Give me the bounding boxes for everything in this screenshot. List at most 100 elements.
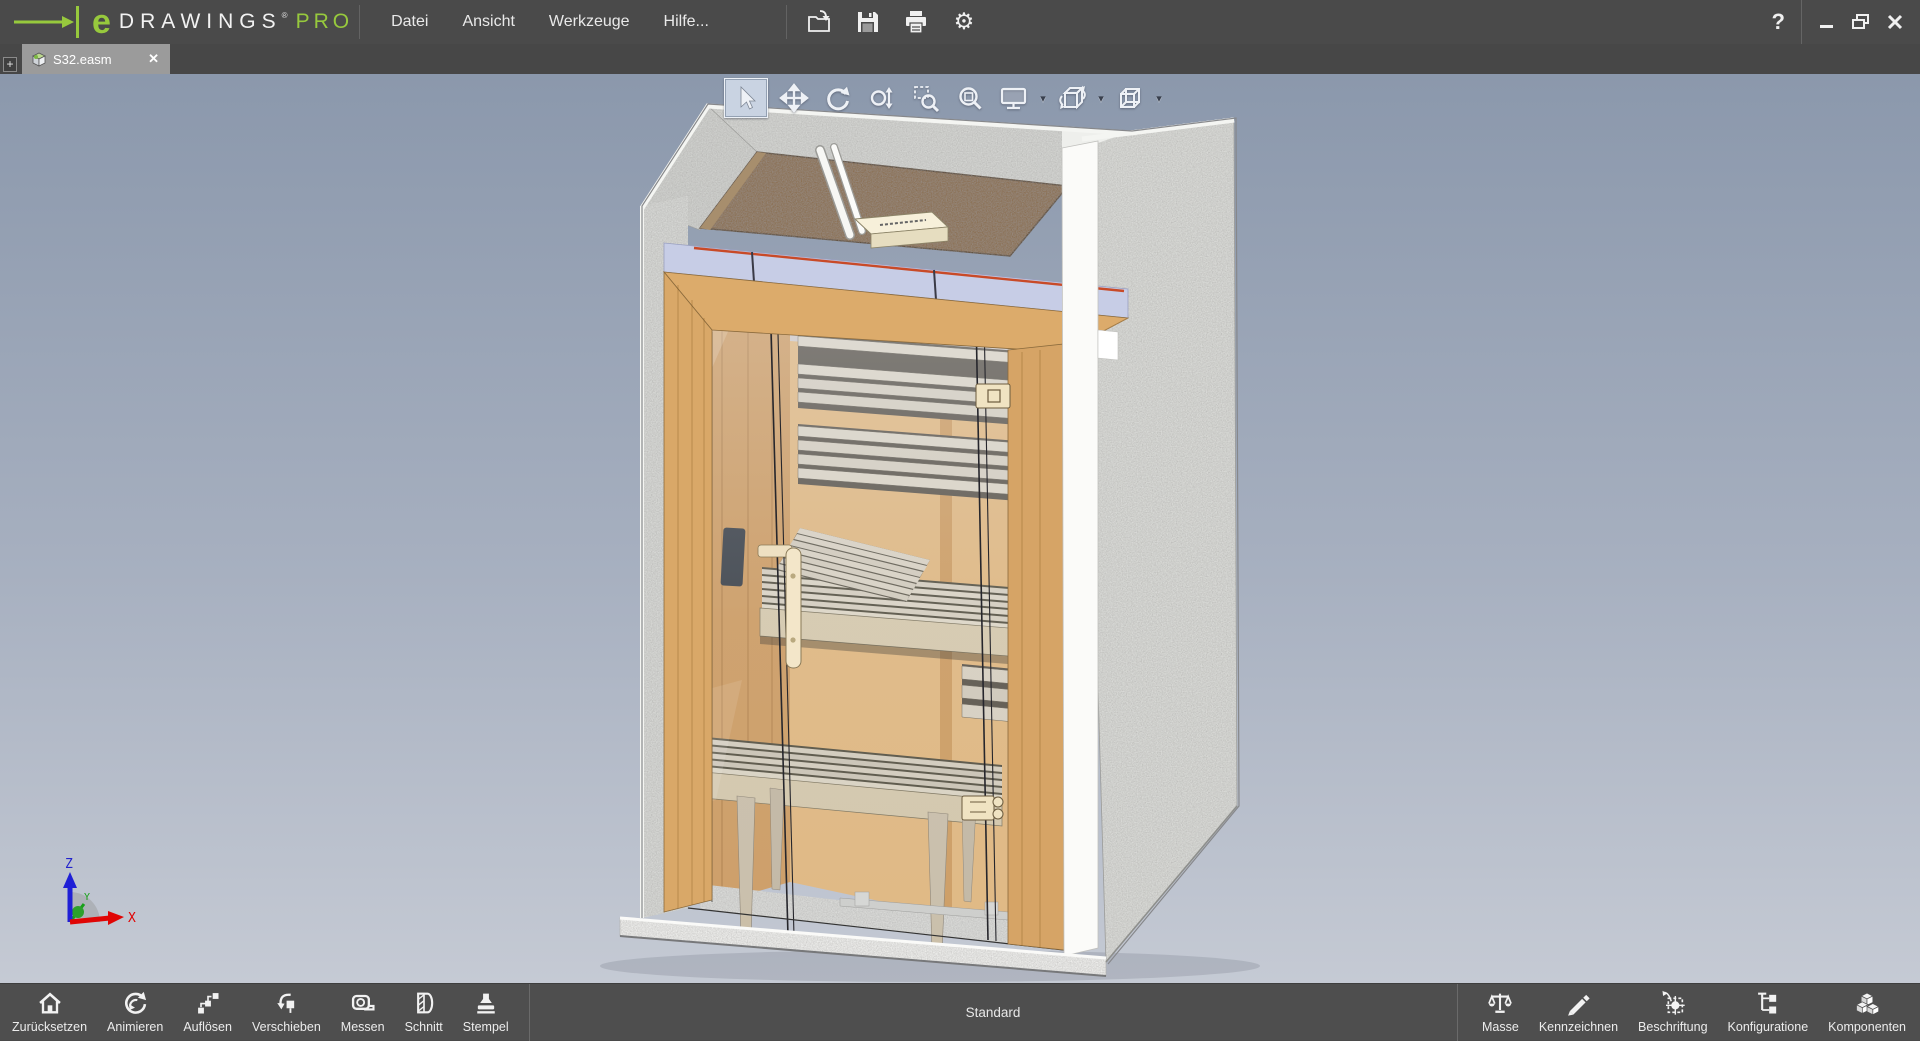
print-button[interactable] — [903, 9, 929, 35]
app-logo: e DRAWINGS® PRO — [0, 0, 353, 44]
move-component-icon — [272, 989, 300, 1017]
model-viewport: ▾ ▾ ▾ — [0, 74, 1920, 983]
animate-loop-icon — [121, 989, 149, 1017]
annotation-label: Beschriftung — [1638, 1020, 1707, 1034]
floppy-disk-icon — [855, 9, 881, 35]
measure-label: Messen — [341, 1020, 385, 1034]
restore-button[interactable] — [1846, 7, 1876, 37]
explode-button[interactable]: Auflösen — [173, 984, 242, 1041]
logo-registered-mark: ® — [282, 11, 288, 20]
stamp-icon — [472, 989, 500, 1017]
reset-button[interactable]: Zurücksetzen — [2, 984, 97, 1041]
stamp-label: Stempel — [463, 1020, 509, 1034]
menu-hilfe[interactable]: Hilfe... — [652, 4, 721, 40]
display-style-menu-caret[interactable]: ▾ — [1036, 92, 1050, 105]
cube-outline-icon — [1115, 83, 1145, 113]
logo-e: e — [92, 5, 111, 39]
rotate-arrow-icon — [823, 83, 853, 113]
animate-button[interactable]: Animieren — [97, 984, 173, 1041]
tabstrip: + S32.easm ✕ — [0, 44, 1920, 74]
measure-button[interactable]: Messen — [331, 984, 395, 1041]
door-hinge-upper — [976, 384, 1010, 408]
x-axis-head — [108, 911, 124, 925]
menu-ansicht[interactable]: Ansicht — [450, 4, 526, 40]
move-button[interactable]: Verschieben — [242, 984, 331, 1041]
cube-arrows-icon — [1056, 83, 1088, 113]
pan-tool-button[interactable] — [772, 78, 816, 118]
model-viewport-canvas[interactable] — [0, 74, 1920, 983]
y-axis-head — [72, 906, 84, 918]
display-style-button[interactable] — [992, 78, 1036, 118]
rotate-tool-button[interactable] — [816, 78, 860, 118]
view-animation-button[interactable] — [1050, 78, 1094, 118]
pencil-icon — [1564, 989, 1592, 1017]
new-tab-button[interactable]: + — [3, 57, 17, 72]
bottom-toolbar-right: Masse Kennzeichnen Beschriftung — [1457, 984, 1916, 1041]
orientation-button[interactable] — [1108, 78, 1152, 118]
save-button[interactable] — [855, 9, 881, 35]
bottom-toolbar: Zurücksetzen Animieren Auflösen — [0, 983, 1920, 1040]
close-button[interactable] — [1880, 7, 1910, 37]
orientation-menu-caret[interactable]: ▾ — [1152, 92, 1166, 105]
magnifier-updown-icon — [867, 83, 897, 113]
mass-label: Masse — [1482, 1020, 1519, 1034]
components-bricks-icon — [1853, 989, 1881, 1017]
menu-datei[interactable]: Datei — [379, 4, 440, 40]
close-icon — [1887, 14, 1903, 30]
printer-icon — [903, 9, 929, 35]
zoom-area-tool-button[interactable] — [904, 78, 948, 118]
tab-label: S32.easm — [53, 52, 145, 67]
z-axis-label: Z — [65, 857, 73, 872]
explode-label: Auflösen — [183, 1020, 232, 1034]
select-tool-button[interactable] — [724, 78, 768, 118]
gear-icon: ⚙ — [954, 11, 975, 34]
wall-bracket — [1098, 330, 1118, 360]
home-icon — [36, 989, 64, 1017]
y-axis-label: Y — [84, 892, 90, 903]
edrawings-arrow-icon — [10, 0, 90, 44]
zoom-tool-button[interactable] — [860, 78, 904, 118]
reset-label: Zurücksetzen — [12, 1020, 87, 1034]
tab-close-icon[interactable]: ✕ — [145, 51, 162, 67]
markup-button[interactable]: Kennzeichnen — [1529, 984, 1628, 1041]
section-cut-icon — [410, 989, 438, 1017]
stamp-button[interactable]: Stempel — [453, 984, 519, 1041]
markup-label: Kennzeichnen — [1539, 1020, 1618, 1034]
components-button[interactable]: Komponenten — [1818, 984, 1916, 1041]
annotation-button[interactable]: Beschriftung — [1628, 984, 1717, 1041]
configuration-label: Konfiguratione — [1728, 1020, 1809, 1034]
options-button[interactable]: ⚙ — [951, 9, 977, 35]
balance-scale-icon — [1486, 989, 1514, 1017]
cursor-arrow-icon — [731, 83, 761, 113]
view-toolbar: ▾ ▾ ▾ — [724, 77, 1166, 119]
section-button[interactable]: Schnitt — [395, 984, 453, 1041]
titlebar-separator — [359, 5, 360, 39]
configuration-button[interactable]: Konfiguratione — [1718, 984, 1819, 1041]
magnifier-area-icon — [911, 83, 941, 113]
tape-measure-icon — [349, 989, 377, 1017]
assembly-cube-icon — [30, 52, 47, 67]
view-animation-menu-caret[interactable]: ▾ — [1094, 92, 1108, 105]
right-wall-front-cut — [1062, 141, 1098, 956]
menubar: Datei Ansicht Werkzeuge Hilfe... — [374, 4, 726, 40]
monitor-icon — [998, 83, 1030, 113]
tab-s32-easm[interactable]: S32.easm ✕ — [22, 44, 170, 74]
x-axis-label: X — [128, 911, 136, 926]
logo-edition: PRO — [296, 10, 354, 34]
move-label: Verschieben — [252, 1020, 321, 1034]
explode-steps-icon — [194, 989, 222, 1017]
help-button[interactable]: ? — [1756, 9, 1801, 35]
menu-werkzeuge[interactable]: Werkzeuge — [537, 4, 642, 40]
annotation-target-icon — [1659, 989, 1687, 1017]
sauna-cabin-model — [620, 104, 1239, 976]
open-file-button[interactable] — [807, 9, 833, 35]
titlebar-tools: ⚙ — [807, 9, 977, 35]
mass-button[interactable]: Masse — [1472, 984, 1529, 1041]
z-axis-head — [63, 872, 77, 888]
animate-label: Animieren — [107, 1020, 163, 1034]
minimize-button[interactable] — [1812, 7, 1842, 37]
restore-icon — [1852, 14, 1870, 30]
view-name-label: Standard — [966, 1005, 1021, 1020]
window-controls — [1801, 0, 1920, 44]
zoom-fit-tool-button[interactable] — [948, 78, 992, 118]
